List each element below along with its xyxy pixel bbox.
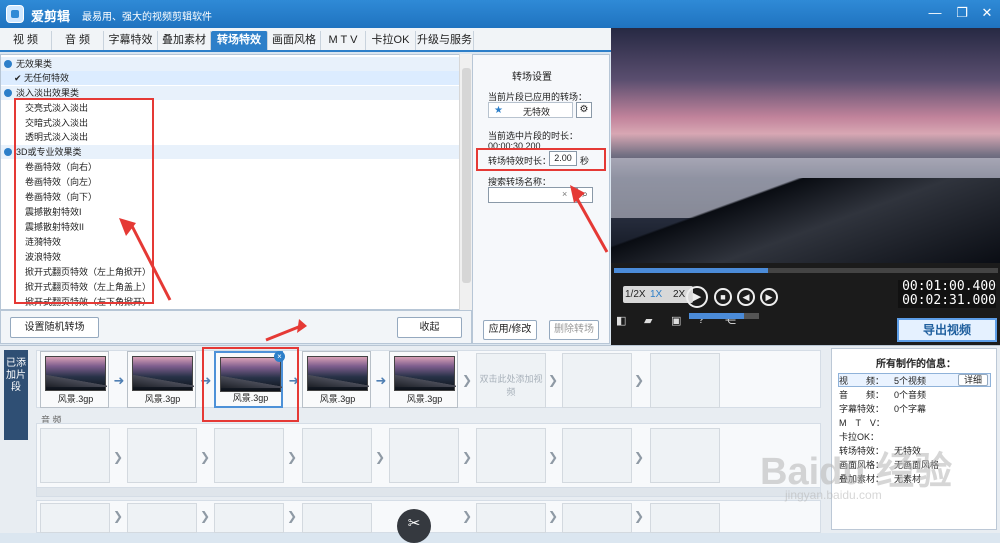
next-arrow-icon: ❯ xyxy=(634,450,645,464)
extra-slot[interactable] xyxy=(476,503,546,533)
clip-label: 风景.3gp xyxy=(232,393,269,403)
next-arrow-icon: ❯ xyxy=(634,373,645,387)
folder-icon[interactable]: ▰ xyxy=(644,314,652,327)
clip-label: 风景.3gp xyxy=(57,394,94,404)
info-row-video-key: 视 频： xyxy=(839,376,885,386)
timeline-clip[interactable]: 风景.3gp xyxy=(40,351,109,408)
empty-slot[interactable] xyxy=(650,353,720,408)
next-arrow-icon: ❯ xyxy=(548,450,559,464)
next-arrow-icon: ❯ xyxy=(462,450,473,464)
timeline-clip[interactable]: 风景.3gp xyxy=(302,351,371,408)
next-arrow-icon: ❯ xyxy=(200,450,211,464)
speed-double[interactable]: 2X xyxy=(673,289,685,300)
camera-icon[interactable]: ◧ xyxy=(616,314,626,327)
audio-slot[interactable] xyxy=(476,428,546,483)
transition-arrow-icon: ➜ xyxy=(113,373,125,388)
next-arrow-icon: ❯ xyxy=(113,509,124,523)
info-row-video-value: 5个视频 xyxy=(894,376,927,386)
detail-button[interactable]: 详细 xyxy=(958,374,988,386)
production-info-panel: 所有制作的信息： 详细 视 频： 5个视频 音 频： 0个音频 字幕特效： 0个… xyxy=(831,348,997,530)
transition-arrow-icon: ➜ xyxy=(200,373,212,388)
speed-half[interactable]: 1/2X xyxy=(625,289,646,300)
extra-slot[interactable] xyxy=(650,503,720,533)
audio-slot[interactable] xyxy=(127,428,197,483)
info-row-subtitle-key: 字幕特效： xyxy=(839,404,885,414)
next-arrow-icon: ❯ xyxy=(200,509,211,523)
time-display: 00:01:00.400 00:02:31.000 xyxy=(898,280,996,308)
next-arrow-icon: ❯ xyxy=(548,373,559,387)
transition-arrow-icon: ➜ xyxy=(288,373,300,388)
extra-slot[interactable] xyxy=(562,503,632,533)
extra-slot[interactable] xyxy=(302,503,372,533)
info-row-mtv-key: M T V： xyxy=(839,418,885,428)
timeline-divider xyxy=(36,487,821,497)
info-row-audio-value: 0个音频 xyxy=(894,390,927,400)
clip-thumbnail xyxy=(394,356,456,391)
empty-slot[interactable] xyxy=(562,353,632,408)
info-title: 所有制作的信息： xyxy=(876,359,956,370)
next-arrow-icon: ❯ xyxy=(548,509,559,523)
clip-thumbnail xyxy=(132,356,194,391)
extra-slot[interactable] xyxy=(214,503,284,533)
next-arrow-icon: ❯ xyxy=(634,509,645,523)
clip-label: 风景.3gp xyxy=(406,394,443,404)
audio-slot[interactable] xyxy=(214,428,284,483)
audio-slot[interactable] xyxy=(302,428,372,483)
clip-thumbnail xyxy=(220,357,282,392)
extra-slot[interactable] xyxy=(40,503,110,533)
clip-label: 风景.3gp xyxy=(319,394,356,404)
previous-frame-icon[interactable]: ◀ xyxy=(737,288,755,306)
next-arrow-icon: ❯ xyxy=(462,373,473,387)
next-arrow-icon: ❯ xyxy=(462,509,473,523)
stop-icon[interactable]: ■ xyxy=(714,288,732,306)
audio-slot[interactable] xyxy=(389,428,459,483)
next-arrow-icon: ❯ xyxy=(287,450,298,464)
next-arrow-icon: ❯ xyxy=(375,450,386,464)
clip-thumbnail xyxy=(45,356,107,391)
player-controls: 1/2X 1X 2X ▶ ■ ◀ ▶ ◧ ▰ ▣ ? ⋲ 00:01:00.40… xyxy=(611,263,1000,345)
watermark-url: jingyan.baidu.com xyxy=(785,488,882,502)
video-preview xyxy=(611,28,1000,263)
extra-slot[interactable] xyxy=(127,503,197,533)
speed-selector[interactable]: 1/2X 1X 2X xyxy=(623,286,693,303)
timeline-progress xyxy=(614,268,768,273)
save-icon[interactable]: ▣ xyxy=(671,314,681,327)
add-video-placeholder[interactable]: 双击此处添加视频 xyxy=(476,353,546,408)
cut-icon[interactable]: ✂ xyxy=(397,509,431,543)
export-label: 导出视频 xyxy=(922,323,971,337)
remove-clip-icon[interactable]: × xyxy=(274,351,285,362)
info-row-subtitle-value: 0个字幕 xyxy=(894,404,927,414)
watermark-logo: Baidu 经验 xyxy=(760,451,953,493)
next-arrow-icon: ❯ xyxy=(113,450,124,464)
added-clips-tab[interactable]: 已添加片段 xyxy=(4,350,28,440)
side-tab-label: 已添加片段 xyxy=(6,358,26,393)
mountain-image xyxy=(611,178,1000,263)
current-time: 00:01:00.400 xyxy=(902,279,996,294)
timeline-clip-selected[interactable]: 风景.3gp xyxy=(214,351,283,408)
audio-slot[interactable] xyxy=(40,428,110,483)
info-row-audio-key: 音 频： xyxy=(839,390,885,400)
audio-slot[interactable] xyxy=(562,428,632,483)
export-video-button[interactable]: 导出视频 xyxy=(897,318,997,342)
audio-slot[interactable] xyxy=(650,428,720,483)
clip-thumbnail xyxy=(307,356,369,391)
total-time: 00:02:31.000 xyxy=(902,293,996,308)
speed-normal[interactable]: 1X xyxy=(650,289,662,300)
volume-level xyxy=(689,313,744,319)
next-frame-icon[interactable]: ▶ xyxy=(760,288,778,306)
transition-arrow-icon: ➜ xyxy=(375,373,387,388)
play-icon[interactable]: ▶ xyxy=(686,286,708,308)
timeline-clip[interactable]: 风景.3gp xyxy=(389,351,458,408)
next-arrow-icon: ❯ xyxy=(287,509,298,523)
timeline-clip[interactable]: 风景.3gp xyxy=(127,351,196,408)
clip-label: 风景.3gp xyxy=(144,394,181,404)
